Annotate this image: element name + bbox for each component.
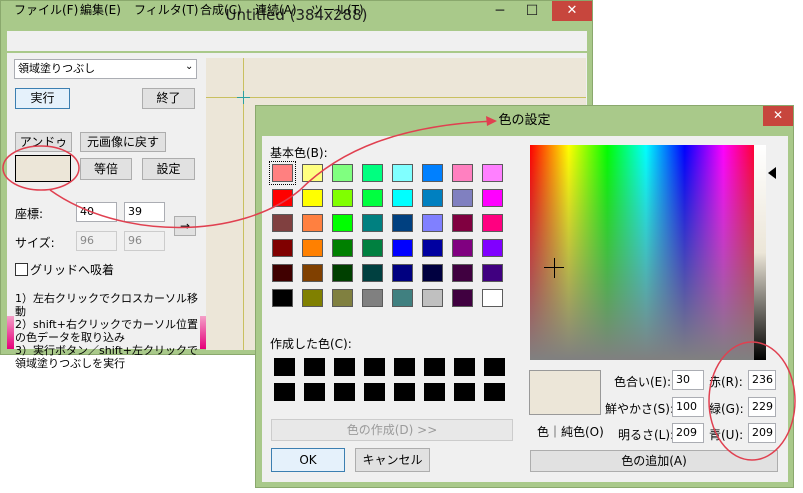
annotation-circle	[2, 145, 80, 191]
annotation-arrowhead	[486, 116, 497, 126]
annotation-circle	[708, 341, 796, 461]
annotation-overlay	[2, 116, 796, 461]
annotation-arrow	[49, 120, 496, 229]
